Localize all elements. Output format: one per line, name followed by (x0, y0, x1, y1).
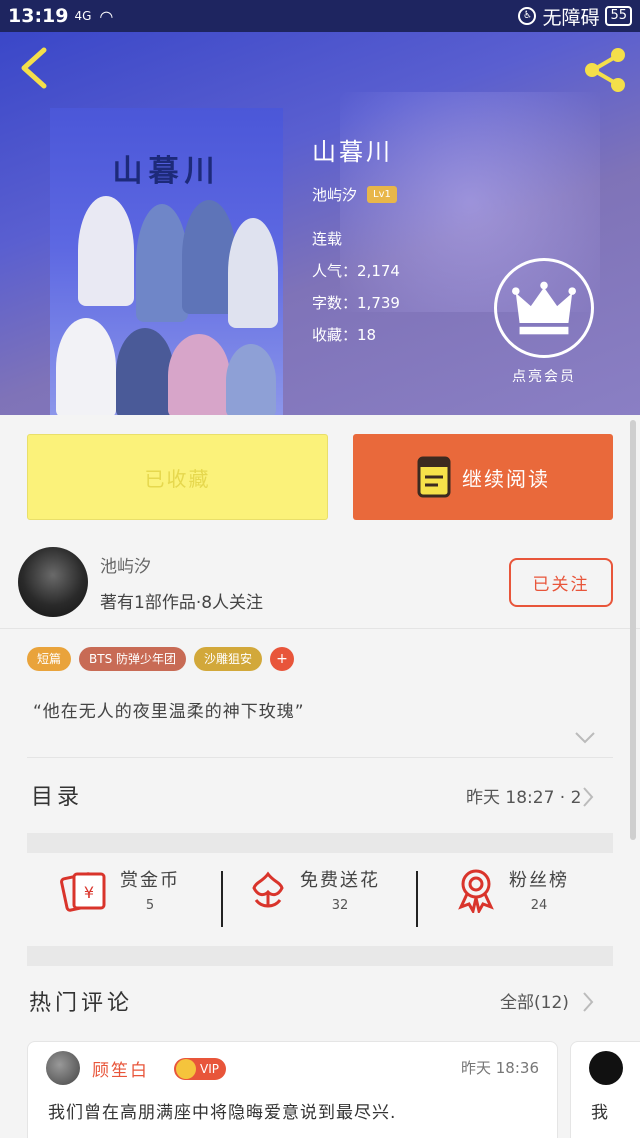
comment-time: 昨天 18:36 (461, 1059, 539, 1077)
word-count-value: 1,739 (357, 294, 400, 312)
favorites-row: 收藏：18 (312, 326, 377, 344)
popularity-row: 人气：2,174 (312, 262, 400, 280)
book-status: 连载 (312, 230, 343, 248)
battery-icon: 55 (605, 6, 632, 26)
tag-bts[interactable]: BTS 防弹少年团 (79, 647, 187, 671)
crown-icon[interactable] (494, 258, 594, 358)
accessibility-label: 无障碍 (542, 6, 600, 29)
chevron-right-icon[interactable] (581, 991, 595, 1013)
cover-title: 山暮川 (112, 154, 221, 189)
tag-sandiao[interactable]: 沙雕狙安 (194, 647, 263, 671)
commenter-avatar[interactable] (589, 1051, 623, 1085)
reward-fans-label: 粉丝榜 (509, 870, 569, 891)
vip-badge: VIP (174, 1058, 226, 1080)
scrollbar[interactable] (630, 420, 636, 840)
comment-text: 我们曾在高朋满座中将隐晦爱意说到最尽兴. (48, 1103, 397, 1123)
catalog-title[interactable]: 目录 (31, 779, 83, 811)
divider (0, 628, 640, 629)
book-summary: “他在无人的夜里温柔的神下玫瑰” (33, 702, 305, 722)
reward-coins-label: 赏金币 (120, 870, 180, 891)
chevron-right-icon[interactable] (581, 786, 595, 808)
vip-label[interactable]: 点亮会员 (494, 366, 594, 386)
favorites-value: 18 (357, 326, 377, 344)
author-avatar[interactable] (18, 547, 88, 617)
comment-card[interactable]: 顾笙白 VIP 昨天 18:36 我们曾在高朋满座中将隐晦爱意说到最尽兴. (27, 1041, 558, 1138)
comment-text: 我 (591, 1103, 608, 1123)
svg-text:¥: ¥ (84, 883, 94, 902)
reward-coins-count: 5 (145, 898, 155, 913)
medal-icon (458, 869, 494, 913)
book-hero: 山暮川 山暮川 池屿汐 Lv1 连载 人气：2,174 字数：1,739 收藏：… (0, 32, 640, 415)
popularity-value: 2,174 (357, 262, 400, 280)
share-icon[interactable] (580, 46, 630, 94)
catalog-updated[interactable]: 昨天 18:27 · 2 (466, 783, 581, 808)
commenter-name[interactable]: 顾笙白 (92, 1056, 149, 1081)
level-badge: Lv1 (367, 186, 397, 203)
favorited-button[interactable]: 已收藏 (27, 434, 328, 520)
separator (416, 871, 418, 927)
commenter-avatar[interactable] (46, 1051, 80, 1085)
comment-card[interactable]: 我 (570, 1041, 640, 1138)
reward-flowers[interactable]: 免费送花 32 (248, 866, 380, 913)
tag-short[interactable]: 短篇 (27, 647, 72, 671)
book-author[interactable]: 池屿汐 (312, 184, 357, 205)
section-band (27, 833, 613, 853)
book-cover[interactable]: 山暮川 (50, 108, 283, 415)
flower-icon (252, 871, 284, 907)
continue-reading-button[interactable]: 继续阅读 (353, 434, 613, 520)
book-title: 山暮川 (312, 138, 393, 166)
wifi-icon: ◠ (99, 6, 114, 26)
add-tag-button[interactable]: + (270, 647, 295, 671)
follow-button[interactable]: 已关注 (509, 558, 613, 607)
tag-list: 短篇 BTS 防弹少年团 沙雕狙安 + (27, 647, 295, 671)
red-envelope-icon: ¥ (60, 871, 106, 912)
author-stats: 著有1部作品·8人关注 (100, 593, 264, 613)
section-band (27, 946, 613, 966)
divider (27, 757, 613, 758)
crown-icon (176, 1059, 196, 1079)
signal-icon: 4G (74, 9, 92, 23)
status-time: 13:19 (8, 5, 69, 27)
word-count-row: 字数：1,739 (312, 294, 400, 312)
reward-fans-count: 24 (530, 898, 548, 913)
status-bar: 13:19 4G ◠ ♿ 无障碍 55 (0, 0, 640, 32)
accessibility-icon: ♿ (518, 7, 537, 25)
back-arrow-icon[interactable] (16, 46, 56, 90)
author-name[interactable]: 池屿汐 (100, 552, 151, 577)
reward-fans[interactable]: 粉丝榜 24 (455, 866, 569, 913)
reward-flowers-label: 免费送花 (300, 870, 380, 891)
reward-coins[interactable]: ¥ 赏金币 5 (60, 866, 180, 913)
all-comments-link[interactable]: 全部(12) (500, 988, 569, 1013)
book-author-row: 池屿汐 Lv1 (312, 184, 397, 205)
separator (221, 871, 223, 927)
hot-comments-title: 热门评论 (29, 991, 134, 1016)
reward-flowers-count: 32 (331, 898, 349, 913)
book-icon (417, 456, 451, 498)
continue-reading-label: 继续阅读 (462, 466, 550, 491)
chevron-down-icon[interactable] (574, 730, 596, 746)
